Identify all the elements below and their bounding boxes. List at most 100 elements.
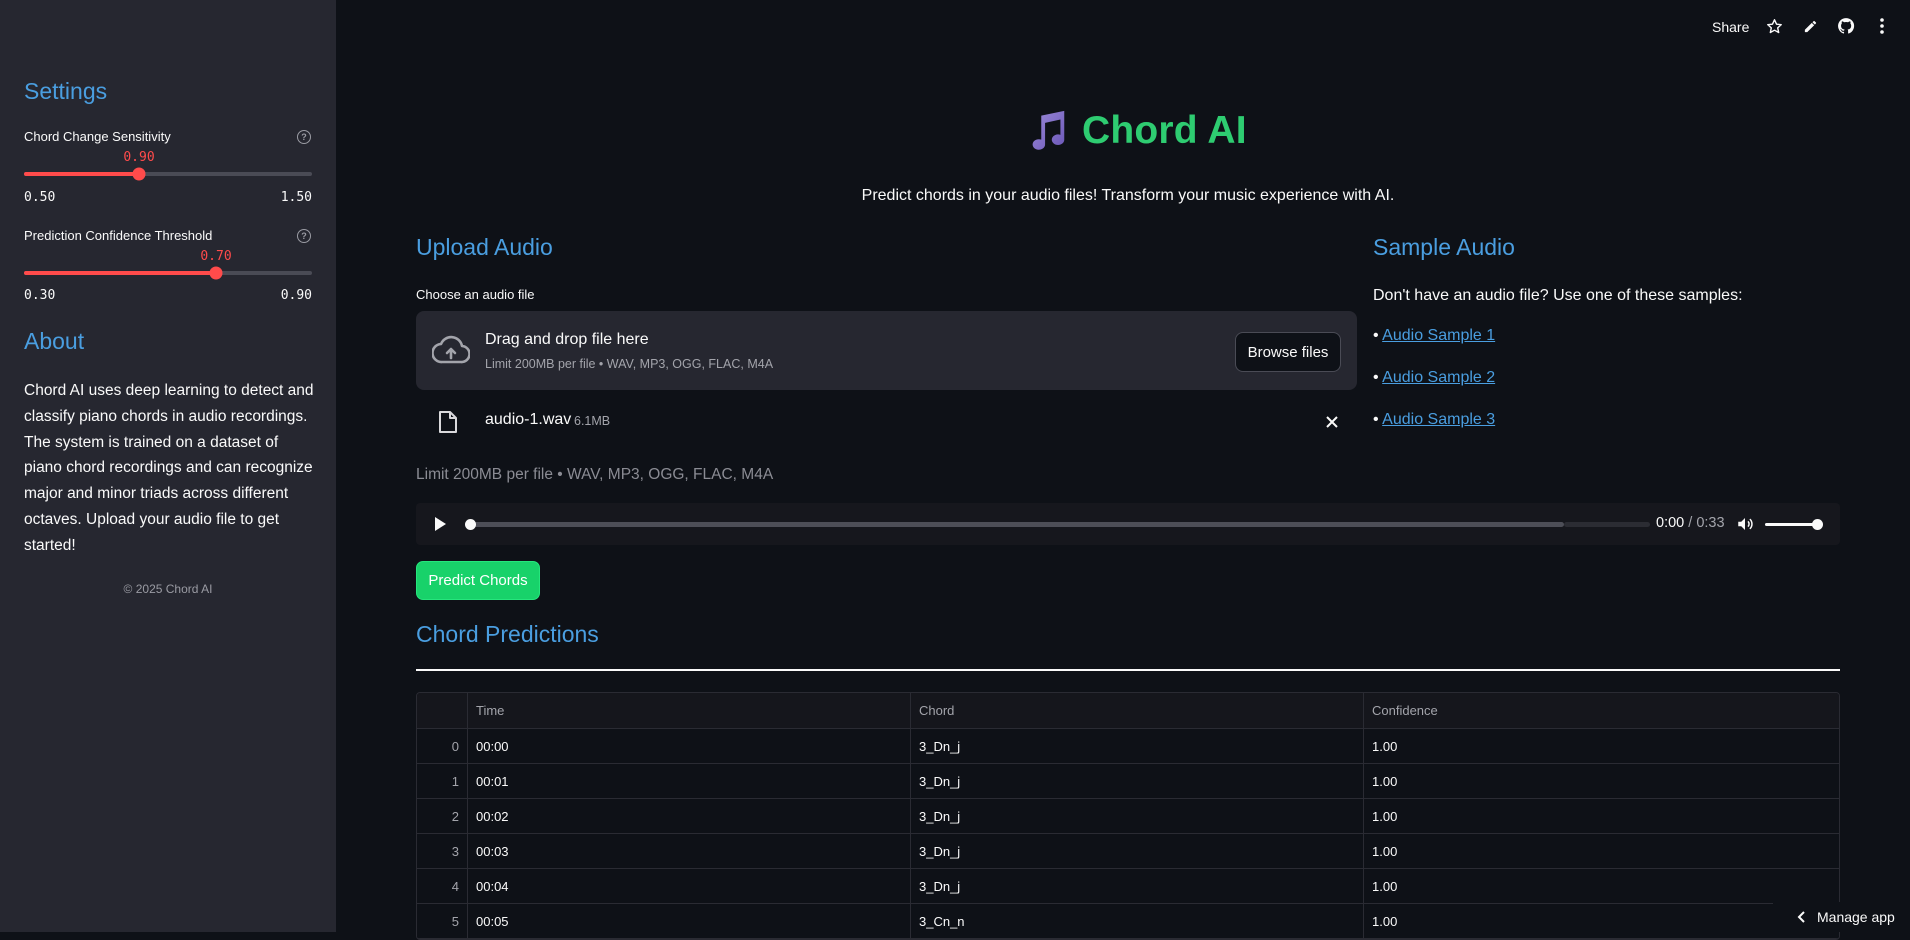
predictions-table[interactable]: Time Chord Confidence 0 00:00 3_Dn_j 1.0… xyxy=(416,692,1840,940)
volume-slider-thumb[interactable] xyxy=(1812,519,1823,530)
cell-confidence[interactable]: 1.00 xyxy=(1364,869,1839,903)
share-button[interactable]: Share xyxy=(1712,19,1749,35)
audio-progress-thumb[interactable] xyxy=(465,519,476,530)
table-row: 1 00:01 3_Dn_j 1.00 xyxy=(417,764,1839,799)
chevron-left-icon xyxy=(1797,911,1805,923)
upload-heading: Upload Audio xyxy=(416,234,553,260)
sample-link-2[interactable]: Audio Sample 2 xyxy=(1382,369,1495,386)
file-dropzone[interactable]: Drag and drop file here Limit 200MB per … xyxy=(416,311,1357,390)
divider xyxy=(416,669,1840,671)
cell-time[interactable]: 00:02 xyxy=(468,799,911,833)
cell-confidence[interactable]: 1.00 xyxy=(1364,729,1839,763)
cell-index[interactable]: 4 xyxy=(417,869,468,903)
table-row: 0 00:00 3_Dn_j 1.00 xyxy=(417,729,1839,764)
file-icon xyxy=(439,411,457,433)
cell-chord[interactable]: 3_Dn_j xyxy=(911,834,1364,868)
predict-chords-button[interactable]: Predict Chords xyxy=(416,561,540,600)
sensitivity-slider-thumb[interactable] xyxy=(132,167,146,181)
cell-index[interactable]: 3 xyxy=(417,834,468,868)
manage-app-button[interactable]: Manage app xyxy=(1773,902,1910,932)
audio-progress-buffer xyxy=(1564,522,1650,527)
cell-time[interactable]: 00:01 xyxy=(468,764,911,798)
settings-heading: Settings xyxy=(24,78,108,104)
cell-confidence[interactable]: 1.00 xyxy=(1364,764,1839,798)
sensitivity-slider-label: Chord Change Sensitivity xyxy=(24,129,171,144)
help-icon[interactable]: ? xyxy=(297,229,311,243)
edit-icon[interactable] xyxy=(1801,17,1819,35)
cell-confidence[interactable]: 1.00 xyxy=(1364,799,1839,833)
file-name: audio-1.wav xyxy=(485,411,572,428)
table-row: 4 00:04 3_Dn_j 1.00 xyxy=(417,869,1839,904)
cell-time[interactable]: 00:00 xyxy=(468,729,911,763)
cell-time[interactable]: 00:03 xyxy=(468,834,911,868)
manage-app-label: Manage app xyxy=(1817,909,1895,925)
cell-index[interactable]: 2 xyxy=(417,799,468,833)
sample-link-3[interactable]: Audio Sample 3 xyxy=(1382,411,1495,428)
cell-confidence[interactable]: 1.00 xyxy=(1364,834,1839,868)
github-icon[interactable] xyxy=(1837,17,1855,35)
cell-chord[interactable]: 3_Dn_j xyxy=(911,869,1364,903)
help-icon[interactable]: ? xyxy=(297,130,311,144)
sample-link-1[interactable]: Audio Sample 1 xyxy=(1382,327,1495,344)
audio-progress-bar[interactable] xyxy=(470,522,1564,527)
about-text: Chord AI uses deep learning to detect an… xyxy=(24,382,314,554)
cell-time[interactable]: 00:04 xyxy=(468,869,911,903)
table-header: Time Chord Confidence xyxy=(417,693,1839,729)
dropzone-title: Drag and drop file here xyxy=(485,331,649,348)
sample-intro: Don't have an audio file? Use one of the… xyxy=(1373,287,1743,304)
audio-current-time: 0:00 xyxy=(1656,515,1685,531)
list-item: • Audio Sample 2 xyxy=(1373,369,1495,387)
file-size: 6.1MB xyxy=(574,414,611,428)
sensitivity-slider[interactable] xyxy=(24,167,312,181)
cell-index[interactable]: 0 xyxy=(417,729,468,763)
confidence-slider-thumb[interactable] xyxy=(209,266,223,280)
volume-icon[interactable] xyxy=(1736,515,1754,533)
bullet: • xyxy=(1373,369,1383,386)
confidence-slider-max: 0.90 xyxy=(280,288,312,303)
file-uploader-label: Choose an audio file xyxy=(416,287,535,302)
table-row: 5 00:05 3_Cn_n 1.00 xyxy=(417,904,1839,939)
cloud-upload-icon xyxy=(432,335,470,364)
table-body: 0 00:00 3_Dn_j 1.00 1 00:01 3_Dn_j 1.00 … xyxy=(417,729,1839,939)
confidence-slider-min: 0.30 xyxy=(24,288,56,303)
confidence-slider-value: 0.70 xyxy=(200,249,232,264)
page-title: Chord AI xyxy=(1082,109,1247,152)
column-header-time[interactable]: Time xyxy=(468,693,911,728)
app-title: Chord AI xyxy=(1024,108,1247,154)
list-item: • Audio Sample 1 xyxy=(1373,327,1495,345)
sample-audio-heading: Sample Audio xyxy=(1373,234,1515,260)
sensitivity-slider-fill xyxy=(24,172,139,176)
close-icon[interactable] xyxy=(1325,415,1339,429)
column-header-chord[interactable]: Chord xyxy=(911,693,1364,728)
sensitivity-slider-min: 0.50 xyxy=(24,190,56,205)
cell-index[interactable]: 5 xyxy=(417,904,468,938)
sensitivity-slider-max: 1.50 xyxy=(280,190,312,205)
cell-chord[interactable]: 3_Dn_j xyxy=(911,764,1364,798)
sidebar: Settings Chord Change Sensitivity ? 0.90… xyxy=(0,0,336,932)
confidence-slider-label: Prediction Confidence Threshold xyxy=(24,228,213,243)
cell-chord[interactable]: 3_Dn_j xyxy=(911,799,1364,833)
confidence-slider-fill xyxy=(24,271,216,275)
table-row: 3 00:03 3_Dn_j 1.00 xyxy=(417,834,1839,869)
cell-index[interactable]: 1 xyxy=(417,764,468,798)
tagline: Predict chords in your audio files! Tran… xyxy=(861,187,1395,204)
copyright: © 2025 Chord AI xyxy=(123,582,213,596)
upload-limit-text: Limit 200MB per file • WAV, MP3, OGG, FL… xyxy=(416,466,774,483)
star-icon[interactable] xyxy=(1765,17,1783,35)
column-header-confidence[interactable]: Confidence xyxy=(1364,693,1839,728)
cell-confidence[interactable]: 1.00 xyxy=(1364,904,1839,938)
bullet: • xyxy=(1373,411,1383,428)
audio-player: 0:00 / 0:33 xyxy=(416,503,1840,545)
audio-time-separator: / xyxy=(1684,515,1697,531)
cell-time[interactable]: 00:05 xyxy=(468,904,911,938)
browse-files-button[interactable]: Browse files xyxy=(1235,332,1341,372)
bullet: • xyxy=(1373,327,1383,344)
cell-chord[interactable]: 3_Dn_j xyxy=(911,729,1364,763)
more-icon[interactable] xyxy=(1873,17,1891,35)
table-row: 2 00:02 3_Dn_j 1.00 xyxy=(417,799,1839,834)
cell-chord[interactable]: 3_Cn_n xyxy=(911,904,1364,938)
play-icon[interactable] xyxy=(434,516,447,532)
volume-slider[interactable] xyxy=(1765,523,1817,526)
column-header-index[interactable] xyxy=(417,693,468,728)
confidence-slider[interactable] xyxy=(24,266,312,280)
